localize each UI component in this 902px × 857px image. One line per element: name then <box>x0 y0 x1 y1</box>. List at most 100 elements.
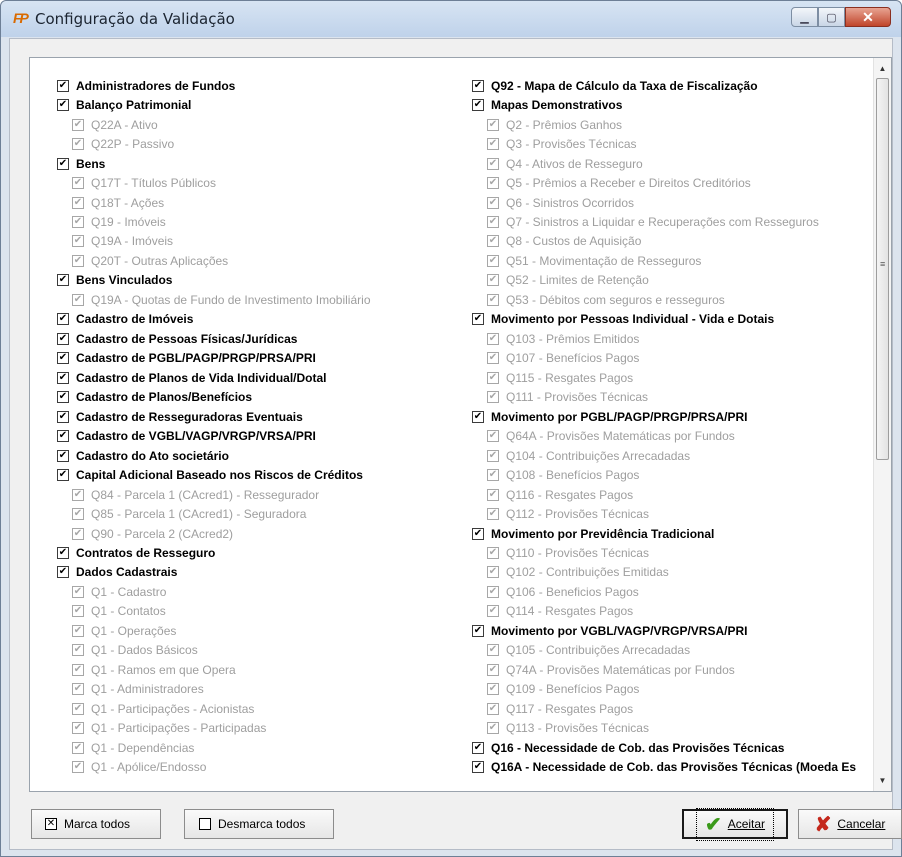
validation-item[interactable]: ✔ Q1 - Operações <box>57 621 371 640</box>
checkbox-icon[interactable]: ✔ <box>487 157 499 170</box>
checkbox-icon[interactable]: ✔ <box>472 741 484 754</box>
validation-item[interactable]: ✔ Dados Cadastrais <box>57 563 371 582</box>
validation-item[interactable]: ✔ Q7 - Sinistros a Liquidar e Recuperaçõe… <box>472 212 856 231</box>
close-button[interactable]: ✕ <box>845 7 891 27</box>
validation-item[interactable]: ✔ Q6 - Sinistros Ocorridos <box>472 193 856 212</box>
validation-item[interactable]: ✔ Q1 - Contatos <box>57 602 371 621</box>
validation-item[interactable]: ✔ Q109 - Benefícios Pagos <box>472 680 856 699</box>
validation-item[interactable]: ✔ Q1 - Participações - Participadas <box>57 718 371 737</box>
validation-item[interactable]: ✔ Q1 - Apólice/Endosso <box>57 757 371 776</box>
validation-item[interactable]: ✔ Q1 - Cadastro <box>57 582 371 601</box>
validation-item[interactable]: ✔ Q1 - Ramos em que Opera <box>57 660 371 679</box>
checkbox-icon[interactable]: ✔ <box>72 118 84 131</box>
validation-item[interactable]: ✔ Q1 - Participações - Acionistas <box>57 699 371 718</box>
checkbox-icon[interactable]: ✔ <box>72 177 84 190</box>
accept-button[interactable]: ✔ Aceitar <box>682 807 788 841</box>
validation-item[interactable]: ✔ Cadastro de Imóveis <box>57 310 371 329</box>
checkbox-icon[interactable]: ✔ <box>487 274 499 287</box>
validation-item[interactable]: ✔ Q111 - Provisões Técnicas <box>472 388 856 407</box>
cancel-button[interactable]: ✘ Cancelar <box>798 809 902 839</box>
checkbox-icon[interactable]: ✔ <box>72 624 84 637</box>
validation-item[interactable]: ✔ Q107 - Benefícios Pagos <box>472 349 856 368</box>
checkbox-icon[interactable]: ✔ <box>57 449 69 462</box>
validation-item[interactable]: ✔ Q64A - Provisões Matemáticas por Fundos <box>472 426 856 445</box>
validation-item[interactable]: ✔ Q92 - Mapa de Cálculo da Taxa de Fiscal… <box>472 76 856 95</box>
checkbox-icon[interactable]: ✔ <box>57 410 69 423</box>
checkbox-icon[interactable]: ✔ <box>472 527 484 540</box>
maximize-button[interactable]: ▢ <box>818 7 845 27</box>
checkbox-icon[interactable]: ✔ <box>487 254 499 267</box>
validation-item[interactable]: ✔ Q19A - Imóveis <box>57 232 371 251</box>
validation-item[interactable]: ✔ Movimento por Pessoas Individual - Vida… <box>472 310 856 329</box>
checkbox-icon[interactable]: ✔ <box>72 605 84 618</box>
unmark-all-button[interactable]: Desmarca todos <box>184 809 334 839</box>
checkbox-icon[interactable]: ✔ <box>72 702 84 715</box>
checkbox-icon[interactable]: ✔ <box>72 216 84 229</box>
validation-item[interactable]: ✔ Q104 - Contribuições Arrecadadas <box>472 446 856 465</box>
validation-item[interactable]: ✔ Q103 - Prêmios Emitidos <box>472 329 856 348</box>
scroll-thumb[interactable]: ≡ <box>876 78 889 460</box>
checkbox-icon[interactable]: ✔ <box>472 761 484 774</box>
checkbox-icon[interactable]: ✔ <box>57 546 69 559</box>
checkbox-icon[interactable]: ✔ <box>57 391 69 404</box>
checkbox-icon[interactable]: ✔ <box>72 644 84 657</box>
checkbox-icon[interactable]: ✔ <box>472 313 484 326</box>
checkbox-icon[interactable]: ✔ <box>487 138 499 151</box>
checkbox-icon[interactable]: ✔ <box>487 702 499 715</box>
checkbox-icon[interactable]: ✔ <box>72 196 84 209</box>
validation-item[interactable]: ✔ Movimento por PGBL/PAGP/PRGP/PRSA/PRI <box>472 407 856 426</box>
validation-item[interactable]: ✔ Q110 - Provisões Técnicas <box>472 543 856 562</box>
checkbox-icon[interactable]: ✔ <box>487 235 499 248</box>
checkbox-icon[interactable]: ✔ <box>487 118 499 131</box>
validation-item[interactable]: ✔ Capital Adicional Baseado nos Riscos de… <box>57 465 371 484</box>
checkbox-icon[interactable]: ✔ <box>487 332 499 345</box>
checkbox-icon[interactable]: ✔ <box>487 722 499 735</box>
validation-item[interactable]: ✔ Q52 - Limites de Retenção <box>472 271 856 290</box>
checkbox-icon[interactable]: ✔ <box>472 624 484 637</box>
validation-item[interactable]: ✔ Q8 - Custos de Aquisição <box>472 232 856 251</box>
checkbox-icon[interactable]: ✔ <box>72 722 84 735</box>
validation-item[interactable]: ✔ Q17T - Títulos Públicos <box>57 173 371 192</box>
checkbox-icon[interactable]: ✔ <box>57 371 69 384</box>
validation-item[interactable]: ✔ Balanço Patrimonial <box>57 95 371 114</box>
validation-item[interactable]: ✔ Q106 - Beneficios Pagos <box>472 582 856 601</box>
validation-item[interactable]: ✔ Q115 - Resgates Pagos <box>472 368 856 387</box>
validation-item[interactable]: ✔ Q22P - Passivo <box>57 134 371 153</box>
checkbox-icon[interactable]: ✔ <box>72 663 84 676</box>
checkbox-icon[interactable]: ✔ <box>72 508 84 521</box>
checkbox-icon[interactable]: ✔ <box>72 254 84 267</box>
checkbox-icon[interactable]: ✔ <box>472 79 484 92</box>
validation-item[interactable]: ✔ Q19A - Quotas de Fundo de Investimento … <box>57 290 371 309</box>
checkbox-icon[interactable]: ✔ <box>487 566 499 579</box>
validation-item[interactable]: ✔ Q20T - Outras Aplicações <box>57 251 371 270</box>
checkbox-icon[interactable]: ✔ <box>487 449 499 462</box>
validation-item[interactable]: ✔ Q84 - Parcela 1 (CAcred1) - Ressegurado… <box>57 485 371 504</box>
validation-item[interactable]: ✔ Contratos de Resseguro <box>57 543 371 562</box>
validation-item[interactable]: ✔ Movimento por Previdência Tradicional <box>472 524 856 543</box>
checkbox-icon[interactable]: ✔ <box>487 196 499 209</box>
checkbox-icon[interactable]: ✔ <box>487 683 499 696</box>
checkbox-icon[interactable]: ✔ <box>487 605 499 618</box>
checkbox-icon[interactable]: ✔ <box>487 177 499 190</box>
checkbox-icon[interactable]: ✔ <box>57 157 69 170</box>
validation-item[interactable]: ✔ Q113 - Provisões Técnicas <box>472 718 856 737</box>
validation-item[interactable]: ✔ Cadastro do Ato societário <box>57 446 371 465</box>
checkbox-icon[interactable]: ✔ <box>487 663 499 676</box>
validation-item[interactable]: ✔ Cadastro de Resseguradoras Eventuais <box>57 407 371 426</box>
checkbox-icon[interactable]: ✔ <box>487 216 499 229</box>
validation-item[interactable]: ✔ Cadastro de PGBL/PAGP/PRGP/PRSA/PRI <box>57 349 371 368</box>
validation-item[interactable]: ✔ Q117 - Resgates Pagos <box>472 699 856 718</box>
validation-item[interactable]: ✔ Bens <box>57 154 371 173</box>
checkbox-icon[interactable]: ✔ <box>487 430 499 443</box>
validation-item[interactable]: ✔ Q3 - Provisões Técnicas <box>472 134 856 153</box>
validation-item[interactable]: ✔ Movimento por VGBL/VAGP/VRGP/VRSA/PRI <box>472 621 856 640</box>
checkbox-icon[interactable]: ✔ <box>487 508 499 521</box>
validation-item[interactable]: ✔ Administradores de Fundos <box>57 76 371 95</box>
checkbox-icon[interactable]: ✔ <box>487 585 499 598</box>
checkbox-icon[interactable]: ✔ <box>72 683 84 696</box>
checkbox-icon[interactable]: ✔ <box>487 546 499 559</box>
checkbox-icon[interactable]: ✔ <box>72 527 84 540</box>
checkbox-icon[interactable]: ✔ <box>487 293 499 306</box>
checkbox-icon[interactable]: ✔ <box>57 352 69 365</box>
validation-item[interactable]: ✔ Q51 - Movimentação de Resseguros <box>472 251 856 270</box>
